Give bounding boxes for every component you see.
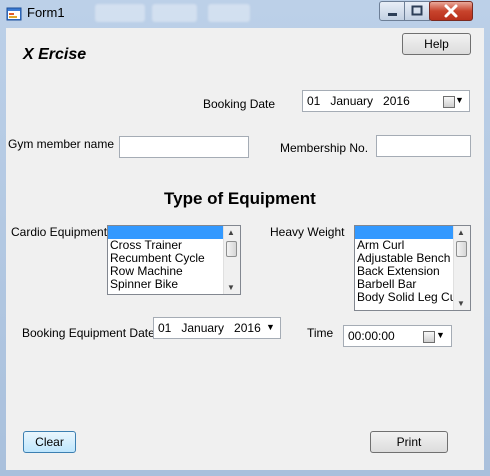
maximize-icon	[411, 5, 423, 16]
scroll-down-icon[interactable]: ▼	[457, 299, 465, 308]
minimize-icon	[388, 13, 397, 16]
brand-title: X Ercise	[23, 46, 87, 63]
membership-no-field[interactable]	[376, 135, 471, 157]
list-item[interactable]: Recumbent Cycle	[108, 252, 223, 265]
booking-date-picker[interactable]: 01 January 2016 ▼	[302, 90, 470, 112]
clear-button[interactable]: Clear	[23, 431, 76, 453]
cardio-listbox[interactable]: Cross Trainer Recumbent Cycle Row Machin…	[107, 225, 241, 295]
heavy-weight-listbox[interactable]: Arm Curl Adjustable Bench Back Extension…	[354, 225, 471, 311]
scroll-thumb[interactable]	[456, 241, 467, 257]
list-item[interactable]: Row Machine	[108, 265, 223, 278]
app-window: Form1 X Ercise Help Booking Date 01 Janu…	[0, 0, 490, 476]
list-item[interactable]: Cross Trainer	[108, 239, 223, 252]
app-form-icon	[6, 7, 22, 21]
equipment-date-label: Booking Equipment Date	[22, 326, 155, 340]
time-label: Time	[307, 326, 334, 340]
close-button[interactable]	[429, 1, 473, 21]
dropdown-arrow-icon[interactable]: ▼	[436, 330, 445, 340]
form-client-area: X Ercise Help Booking Date 01 January 20…	[6, 28, 484, 470]
booking-date-label: Booking Date	[203, 97, 276, 111]
calendar-icon[interactable]	[423, 331, 435, 343]
list-item[interactable]: Body Solid Leg Cu	[355, 291, 453, 304]
time-value: 00:00:00	[348, 329, 395, 343]
list-item[interactable]	[108, 226, 223, 239]
booking-date-value: 01 January 2016	[307, 94, 410, 108]
list-item[interactable]: Back Extension	[355, 265, 453, 278]
title-bar[interactable]: Form1	[0, 0, 490, 28]
print-button[interactable]: Print	[370, 431, 448, 453]
equipment-heading: Type of Equipment	[164, 189, 316, 208]
list-item[interactable]	[355, 226, 453, 239]
background-blur	[152, 4, 197, 22]
list-item[interactable]: Arm Curl	[355, 239, 453, 252]
close-icon	[444, 4, 458, 18]
heavy-weight-scrollbar[interactable]: ▲ ▼	[453, 226, 470, 310]
dropdown-arrow-icon[interactable]: ▼	[455, 95, 464, 105]
scroll-up-icon[interactable]: ▲	[227, 228, 235, 237]
calendar-icon[interactable]	[443, 96, 455, 108]
membership-no-label: Membership No.	[280, 141, 369, 155]
cardio-scrollbar[interactable]: ▲ ▼	[223, 226, 240, 294]
minimize-button[interactable]	[379, 1, 405, 21]
equipment-date-picker[interactable]: 01 January 2016 ▼	[153, 317, 281, 339]
cardio-label: Cardio Equipment	[11, 225, 108, 239]
equipment-date-value: 01 January 2016	[158, 321, 261, 335]
member-name-label: Gym member name	[8, 137, 115, 151]
member-name-field[interactable]	[119, 136, 249, 158]
background-blur	[95, 4, 145, 22]
scroll-down-icon[interactable]: ▼	[227, 283, 235, 292]
help-button[interactable]: Help	[402, 33, 471, 55]
dropdown-arrow-icon[interactable]: ▼	[266, 322, 275, 332]
window-title: Form1	[27, 5, 65, 20]
list-item[interactable]: Barbell Bar	[355, 278, 453, 291]
background-blur	[208, 4, 250, 22]
scroll-thumb[interactable]	[226, 241, 237, 257]
list-item[interactable]: Spinner Bike	[108, 278, 223, 291]
heavy-weight-label: Heavy Weight	[270, 225, 345, 239]
scroll-up-icon[interactable]: ▲	[457, 228, 465, 237]
maximize-button[interactable]	[404, 1, 430, 21]
list-item[interactable]: Adjustable Bench	[355, 252, 453, 265]
time-picker[interactable]: 00:00:00 ▼	[343, 325, 452, 347]
